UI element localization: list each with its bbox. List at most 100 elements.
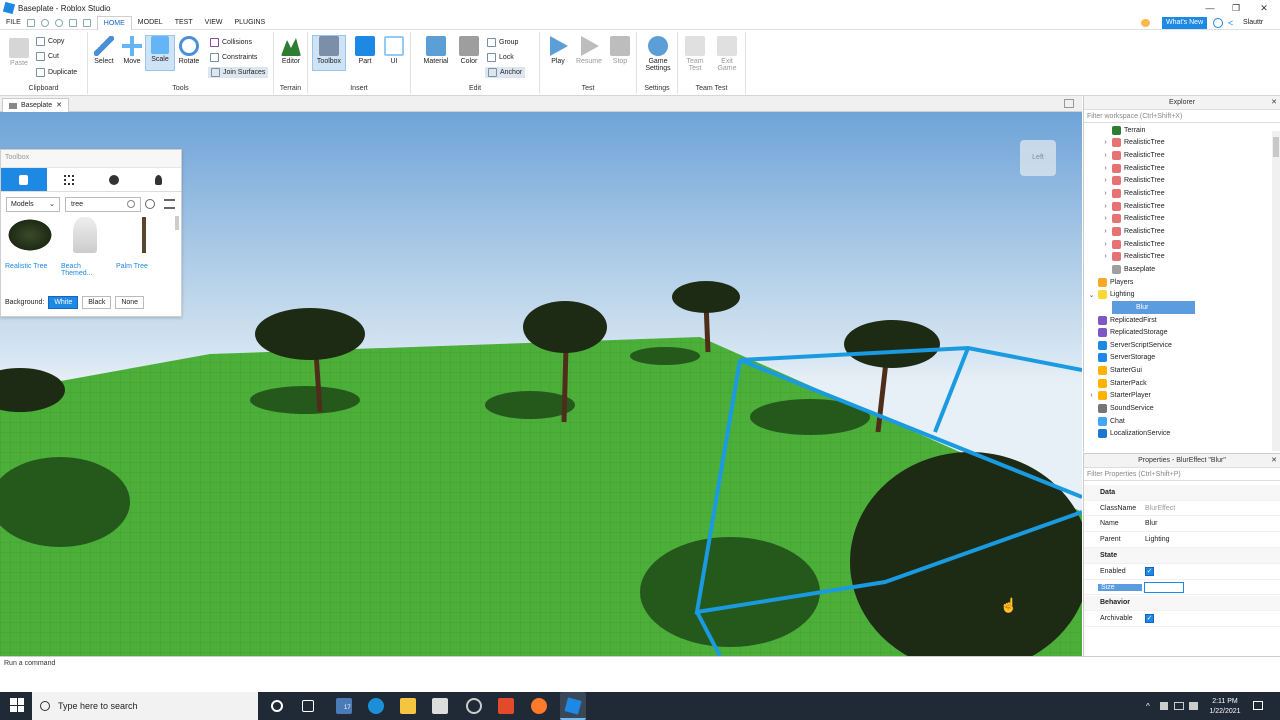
explorer-item[interactable]: › RealisticTree (1084, 225, 1165, 238)
save-icon[interactable] (68, 18, 77, 27)
explorer-item[interactable]: Chat (1084, 415, 1125, 428)
stop-button[interactable]: Stop (605, 36, 635, 65)
toolbox-button[interactable]: Toolbox (312, 35, 346, 71)
property-row[interactable]: Enabled ✓ (1084, 564, 1280, 580)
toolbox-scrollbar[interactable] (175, 216, 179, 230)
volume-icon[interactable] (1189, 702, 1198, 710)
close-tab-icon[interactable]: ✕ (56, 99, 62, 112)
tab-test[interactable]: TEST (169, 16, 199, 30)
close-explorer-icon[interactable]: ✕ (1271, 96, 1277, 110)
explorer-item[interactable]: › RealisticTree (1084, 238, 1165, 251)
expand-arrow-icon[interactable]: › (1102, 152, 1109, 159)
minimize-button[interactable]: — (1196, 0, 1224, 16)
game-settings-button[interactable]: Game Settings (643, 36, 673, 72)
explorer-item[interactable]: ServerStorage (1084, 352, 1155, 365)
explorer-scrollbar[interactable] (1272, 131, 1280, 451)
notification-icon[interactable] (1213, 18, 1223, 28)
tab-recent[interactable] (92, 168, 137, 191)
bg-black-option[interactable]: Black (82, 295, 112, 309)
bg-white-option[interactable]: White (48, 295, 79, 309)
explorer-item[interactable]: › RealisticTree (1084, 175, 1165, 188)
bg-none-option[interactable]: None (115, 295, 145, 309)
material-button[interactable]: Material (421, 36, 451, 65)
asset-beach-themed[interactable]: Beach Themed... (61, 217, 109, 277)
asset-palm-tree[interactable]: Palm Tree (116, 217, 168, 270)
tab-creations[interactable] (136, 168, 181, 191)
tab-home[interactable]: HOME (96, 15, 132, 30)
properties-filter-input[interactable]: Filter Properties (Ctrl+Shift+P) (1084, 468, 1280, 481)
explorer-item[interactable]: Players (1084, 276, 1133, 289)
tab-view[interactable]: VIEW (199, 16, 229, 30)
property-checkbox[interactable]: ✓ (1142, 614, 1154, 624)
close-window-button[interactable]: ✕ (1250, 0, 1278, 16)
explorer-item[interactable]: ReplicatedFirst (1084, 314, 1157, 327)
ui-button[interactable]: UI (379, 36, 409, 65)
exit-game-button[interactable]: Exit Game (712, 36, 742, 72)
expand-arrow-icon[interactable]: › (1102, 139, 1109, 146)
property-value[interactable]: Blur (1142, 520, 1157, 527)
filter-icon[interactable] (164, 199, 175, 209)
copy-button[interactable]: Copy (36, 37, 64, 46)
explorer-item[interactable]: › RealisticTree (1084, 137, 1165, 150)
checkmark-icon[interactable]: ✓ (1145, 566, 1154, 576)
rotate-button[interactable]: Rotate (174, 36, 204, 65)
expand-arrow-icon[interactable]: › (1102, 228, 1109, 235)
terrain-editor-button[interactable]: Editor (276, 36, 306, 65)
new-file-icon[interactable] (26, 18, 35, 27)
explorer-item[interactable]: › RealisticTree (1084, 213, 1165, 226)
share-icon[interactable]: < (1228, 18, 1233, 28)
duplicate-button[interactable]: Duplicate (36, 68, 77, 77)
explorer-item[interactable]: › RealisticTree (1084, 187, 1165, 200)
paste-button[interactable]: Paste (4, 38, 34, 67)
property-row[interactable]: Size (1084, 580, 1280, 596)
expand-arrow-icon[interactable]: › (1102, 253, 1109, 260)
obs-icon[interactable] (466, 698, 482, 714)
firefox-icon[interactable] (531, 698, 547, 714)
property-row[interactable]: Name Blur (1084, 517, 1280, 533)
explorer-item[interactable]: ReplicatedStorage (1084, 326, 1168, 339)
explorer-item[interactable]: ⌄ Lighting (1084, 288, 1135, 301)
restore-pane-icon[interactable] (1064, 99, 1074, 108)
whats-new-button[interactable]: What's New (1162, 17, 1208, 29)
lock-button[interactable]: Lock (487, 53, 514, 62)
explorer-item[interactable]: Baseplate (1084, 263, 1155, 276)
explorer-item[interactable]: StarterGui (1084, 364, 1142, 377)
windows-start-icon[interactable] (10, 698, 26, 714)
display-icon[interactable] (1174, 702, 1184, 710)
tab-marketplace[interactable] (1, 168, 47, 191)
select-button[interactable]: Select (89, 36, 119, 65)
task-view-icon[interactable] (302, 700, 314, 712)
property-value[interactable]: Lighting (1142, 536, 1170, 543)
tab-baseplate[interactable]: Baseplate ✕ (2, 98, 70, 112)
mail-icon[interactable]: 17 (336, 698, 352, 714)
cortana-icon[interactable] (271, 700, 283, 712)
expand-arrow-icon[interactable]: ⌄ (1088, 291, 1095, 299)
constraints-toggle[interactable]: Constraints (210, 53, 257, 62)
redo-icon[interactable] (54, 18, 63, 27)
explorer-item[interactable]: › RealisticTree (1084, 200, 1165, 213)
resume-button[interactable]: Resume (574, 36, 604, 65)
office-icon[interactable] (498, 698, 514, 714)
edge-icon[interactable] (368, 698, 384, 714)
scale-button[interactable]: Scale (145, 35, 175, 71)
search-icon[interactable] (145, 199, 155, 209)
property-row[interactable]: ClassName BlurEffect (1084, 501, 1280, 517)
tab-inventory[interactable] (47, 168, 92, 191)
view-cube[interactable]: Left (1020, 140, 1056, 176)
clock[interactable]: 2:11 PM 1/22/2021 (1200, 697, 1250, 717)
expand-arrow-icon[interactable]: › (1102, 203, 1109, 210)
command-bar[interactable]: Run a command (0, 656, 1280, 670)
explorer-filter-input[interactable]: Filter workspace (Ctrl+Shift+X) (1084, 110, 1280, 123)
roblox-studio-taskbar-button[interactable] (560, 692, 586, 720)
color-button[interactable]: Color (454, 36, 484, 65)
menu-file[interactable]: FILE (0, 16, 27, 30)
part-button[interactable]: Part (350, 36, 380, 65)
tray-chevron-icon[interactable]: ^ (1146, 702, 1150, 711)
expand-arrow-icon[interactable]: › (1102, 190, 1109, 197)
property-row[interactable]: Archivable ✓ (1084, 611, 1280, 627)
close-properties-icon[interactable]: ✕ (1271, 454, 1277, 468)
tab-plugins[interactable]: PLUGINS (228, 16, 271, 30)
group-button[interactable]: Group (487, 38, 518, 47)
explorer-item[interactable]: › RealisticTree (1084, 149, 1165, 162)
property-value[interactable]: BlurEffect (1142, 505, 1175, 512)
